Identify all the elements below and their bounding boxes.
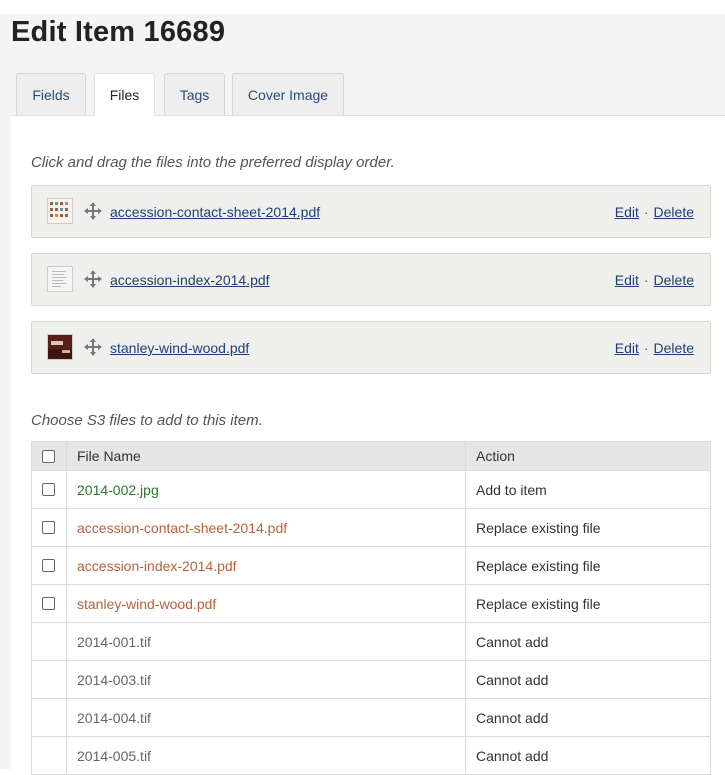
delete-link[interactable]: Delete <box>654 272 694 288</box>
document-thumbnail-icon <box>47 266 73 292</box>
file-actions: Edit · Delete <box>615 204 694 220</box>
file-link[interactable]: stanley-wind-wood.pdf <box>110 340 249 356</box>
empty-checkbox-cell <box>31 660 67 699</box>
tab-files[interactable]: Files <box>94 73 155 116</box>
table-row: accession-contact-sheet-2014.pdf Replace… <box>31 508 711 547</box>
separator: · <box>643 340 649 356</box>
action-cell: Cannot add <box>465 660 711 699</box>
top-band <box>0 0 725 14</box>
tab-fields[interactable]: Fields <box>16 73 86 115</box>
action-cell: Replace existing file <box>465 546 711 585</box>
table-header-row: File Name Action <box>31 441 711 471</box>
tab-cover-image-label: Cover Image <box>247 86 329 103</box>
action-header: Action <box>465 441 711 471</box>
tab-fields-label: Fields <box>32 86 70 103</box>
select-all-cell <box>31 441 67 471</box>
checkbox-cell <box>31 508 67 547</box>
file-actions: Edit · Delete <box>615 340 694 356</box>
photo-thumbnail-icon <box>47 334 73 360</box>
table-row: 2014-002.jpg Add to item <box>31 470 711 509</box>
separator: · <box>643 204 649 220</box>
s3-files-hint: Choose S3 files to add to this item. <box>31 412 263 429</box>
action-cell: Cannot add <box>465 698 711 737</box>
file-name-cell: accession-index-2014.pdf <box>66 546 466 585</box>
drag-handle-icon[interactable] <box>84 202 102 220</box>
checkbox-cell <box>31 470 67 509</box>
file-name-cell: 2014-001.tif <box>66 622 466 661</box>
tab-tags-label: Tags <box>179 86 210 103</box>
action-cell: Cannot add <box>465 622 711 661</box>
empty-checkbox-cell <box>31 622 67 661</box>
table-row: stanley-wind-wood.pdf Replace existing f… <box>31 584 711 623</box>
edit-link[interactable]: Edit <box>615 204 639 220</box>
file-row[interactable]: stanley-wind-wood.pdf Edit · Delete <box>31 321 711 374</box>
tab-tags[interactable]: Tags <box>164 73 225 115</box>
file-actions: Edit · Delete <box>615 272 694 288</box>
row-checkbox[interactable] <box>42 597 55 610</box>
file-link[interactable]: accession-index-2014.pdf <box>110 272 270 288</box>
drag-handle-icon[interactable] <box>84 338 102 356</box>
action-cell: Add to item <box>465 470 711 509</box>
delete-link[interactable]: Delete <box>654 204 694 220</box>
delete-link[interactable]: Delete <box>654 340 694 356</box>
edit-link[interactable]: Edit <box>615 340 639 356</box>
tab-files-label: Files <box>109 87 140 103</box>
edit-link[interactable]: Edit <box>615 272 639 288</box>
file-row[interactable]: accession-contact-sheet-2014.pdf Edit · De… <box>31 185 711 238</box>
files-order-hint: Click and drag the files into the prefer… <box>31 154 395 171</box>
empty-checkbox-cell <box>31 698 67 737</box>
contact-sheet-thumbnail-icon <box>47 198 73 224</box>
s3-files-table: File Name Action 2014-002.jpg Add to ite… <box>31 441 711 775</box>
file-name-cell: accession-contact-sheet-2014.pdf <box>66 508 466 547</box>
action-cell: Replace existing file <box>465 508 711 547</box>
checkbox-cell <box>31 546 67 585</box>
tab-cover-image[interactable]: Cover Image <box>232 73 344 115</box>
file-link[interactable]: accession-contact-sheet-2014.pdf <box>110 204 320 220</box>
drag-handle-icon[interactable] <box>84 270 102 288</box>
checkbox-cell <box>31 584 67 623</box>
row-checkbox[interactable] <box>42 559 55 572</box>
file-name-header: File Name <box>66 441 466 471</box>
table-row: 2014-001.tif Cannot add <box>31 622 711 661</box>
page-title: Edit Item 16689 <box>11 16 226 48</box>
table-row: 2014-003.tif Cannot add <box>31 660 711 699</box>
table-row: accession-index-2014.pdf Replace existin… <box>31 546 711 585</box>
action-cell: Replace existing file <box>465 584 711 623</box>
row-checkbox[interactable] <box>42 521 55 534</box>
file-name-cell: 2014-004.tif <box>66 698 466 737</box>
file-row[interactable]: accession-index-2014.pdf Edit · Delete <box>31 253 711 306</box>
row-checkbox[interactable] <box>42 483 55 496</box>
file-name-cell: 2014-003.tif <box>66 660 466 699</box>
file-name-cell: 2014-002.jpg <box>66 470 466 509</box>
file-name-cell: stanley-wind-wood.pdf <box>66 584 466 623</box>
separator: · <box>643 272 649 288</box>
select-all-checkbox[interactable] <box>42 449 55 463</box>
table-row: 2014-004.tif Cannot add <box>31 698 711 737</box>
